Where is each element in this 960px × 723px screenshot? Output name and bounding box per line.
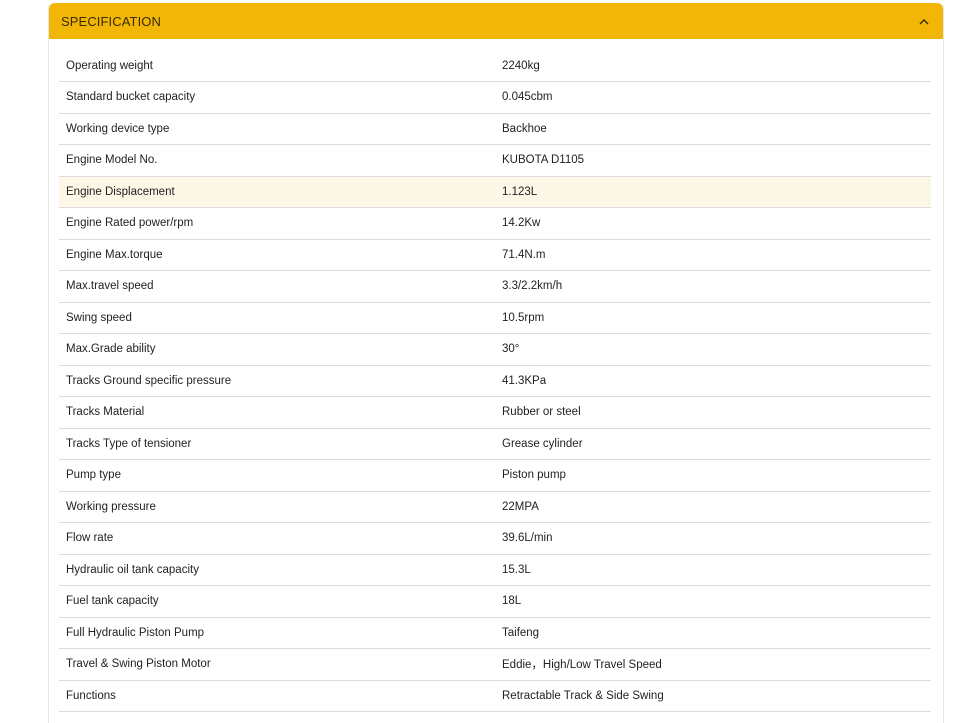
spec-label: Swing speed — [66, 311, 132, 324]
spec-label: Engine Displacement — [66, 185, 175, 198]
spec-value: Piston pump — [502, 469, 566, 482]
table-row: Working pressure 22MPA — [59, 491, 931, 523]
spec-value: Taifeng — [502, 626, 540, 639]
spec-value: Retractable Track & Side Swing — [502, 689, 664, 702]
spec-label: Operating weight — [66, 59, 153, 72]
table-row: Pump type Piston pump — [59, 460, 931, 491]
spec-value: 14.2Kw — [502, 217, 541, 230]
table-row: Engine Displacement 1.123L — [59, 176, 931, 208]
spec-label: Pump type — [66, 469, 121, 482]
spec-label: Max.travel speed — [66, 280, 154, 293]
spec-label: Standard bucket capacity — [66, 91, 196, 104]
spec-label: Max.Grade ability — [66, 343, 156, 356]
table-row: Engine Max.torque 71.4N.m — [59, 239, 931, 271]
spec-value: KUBOTA D1105 — [502, 154, 585, 167]
spec-value: 22MPA — [502, 500, 539, 513]
specification-header[interactable]: SPECIFICATION — [49, 3, 943, 39]
spec-label: Travel & Swing Piston Motor — [66, 658, 211, 671]
spec-label: Engine Max.torque — [66, 248, 163, 261]
table-row: Travel & Swing Piston Motor Eddie，High/Lo… — [59, 649, 931, 680]
table-row: Max.travel speed 3.3/2.2km/h — [59, 271, 931, 302]
spec-label: Engine Rated power/rpm — [66, 217, 194, 230]
spec-label: Fuel tank capacity — [66, 595, 159, 608]
spec-value: 15.3L — [502, 563, 531, 576]
spec-value: 71.4N.m — [502, 248, 546, 261]
table-row: Fuel tank capacity 18L — [59, 586, 931, 617]
table-row: Functions Retractable Track & Side Swing — [59, 680, 931, 712]
table-row: Standard bucket capacity 0.045cbm — [59, 82, 931, 113]
spec-label: Working pressure — [66, 500, 156, 513]
spec-table-wrap: Operating weight 2240kg Standard bucket ca… — [59, 50, 931, 712]
spec-label: Functions — [66, 689, 116, 702]
table-row: Operating weight 2240kg — [59, 50, 931, 82]
spec-value: Rubber or steel — [502, 406, 581, 419]
table-row: Swing speed 10.5rpm — [59, 302, 931, 334]
table-row: Tracks Material Rubber or steel — [59, 397, 931, 428]
table-row: Hydraulic oil tank capacity 15.3L — [59, 554, 931, 586]
spec-value: 3.3/2.2km/h — [502, 280, 563, 293]
spec-label: Tracks Type of tensioner — [66, 437, 192, 450]
spec-value: 18L — [502, 595, 522, 608]
table-row: Max.Grade ability 30° — [59, 334, 931, 365]
spec-value: 1.123L — [502, 185, 538, 198]
spec-value: Eddie，High/Low Travel Speed — [502, 659, 662, 672]
table-row: Tracks Type of tensioner Grease cylinder — [59, 428, 931, 460]
spec-value: Backhoe — [502, 122, 547, 135]
specification-panel: SPECIFICATION Operating weight 2240kg Stan… — [48, 3, 944, 723]
spec-label: Flow rate — [66, 532, 114, 545]
spec-value: 10.5rpm — [502, 311, 545, 324]
spec-value: Grease cylinder — [502, 437, 583, 450]
table-row: Engine Rated power/rpm 14.2Kw — [59, 208, 931, 239]
spec-value: 2240kg — [502, 59, 540, 72]
table-row: Flow rate 39.6L/min — [59, 523, 931, 554]
spec-label: Working device type — [66, 122, 170, 135]
table-row: Engine Model No. KUBOTA D1105 — [59, 145, 931, 176]
table-row: Working device type Backhoe — [59, 113, 931, 145]
spec-value: 30° — [502, 343, 520, 356]
spec-label: Tracks Ground specific pressure — [66, 374, 232, 387]
table-row: Tracks Ground specific pressure 41.3KPa — [59, 365, 931, 397]
spec-label: Tracks Material — [66, 406, 145, 419]
spec-value: 41.3KPa — [502, 374, 547, 387]
spec-value: 0.045cbm — [502, 91, 553, 104]
table-row: Full Hydraulic Piston Pump Taifeng — [59, 617, 931, 649]
spec-label: Engine Model No. — [66, 154, 158, 167]
spec-value: 39.6L/min — [502, 532, 553, 545]
spec-label: Full Hydraulic Piston Pump — [66, 626, 205, 639]
panel-title: SPECIFICATION — [61, 13, 162, 29]
spec-label: Hydraulic oil tank capacity — [66, 563, 199, 576]
spec-table: Operating weight 2240kg Standard bucket ca… — [59, 50, 931, 712]
spec-table-body: Operating weight 2240kg Standard bucket ca… — [59, 50, 931, 712]
chevron-up-icon[interactable] — [917, 14, 931, 28]
